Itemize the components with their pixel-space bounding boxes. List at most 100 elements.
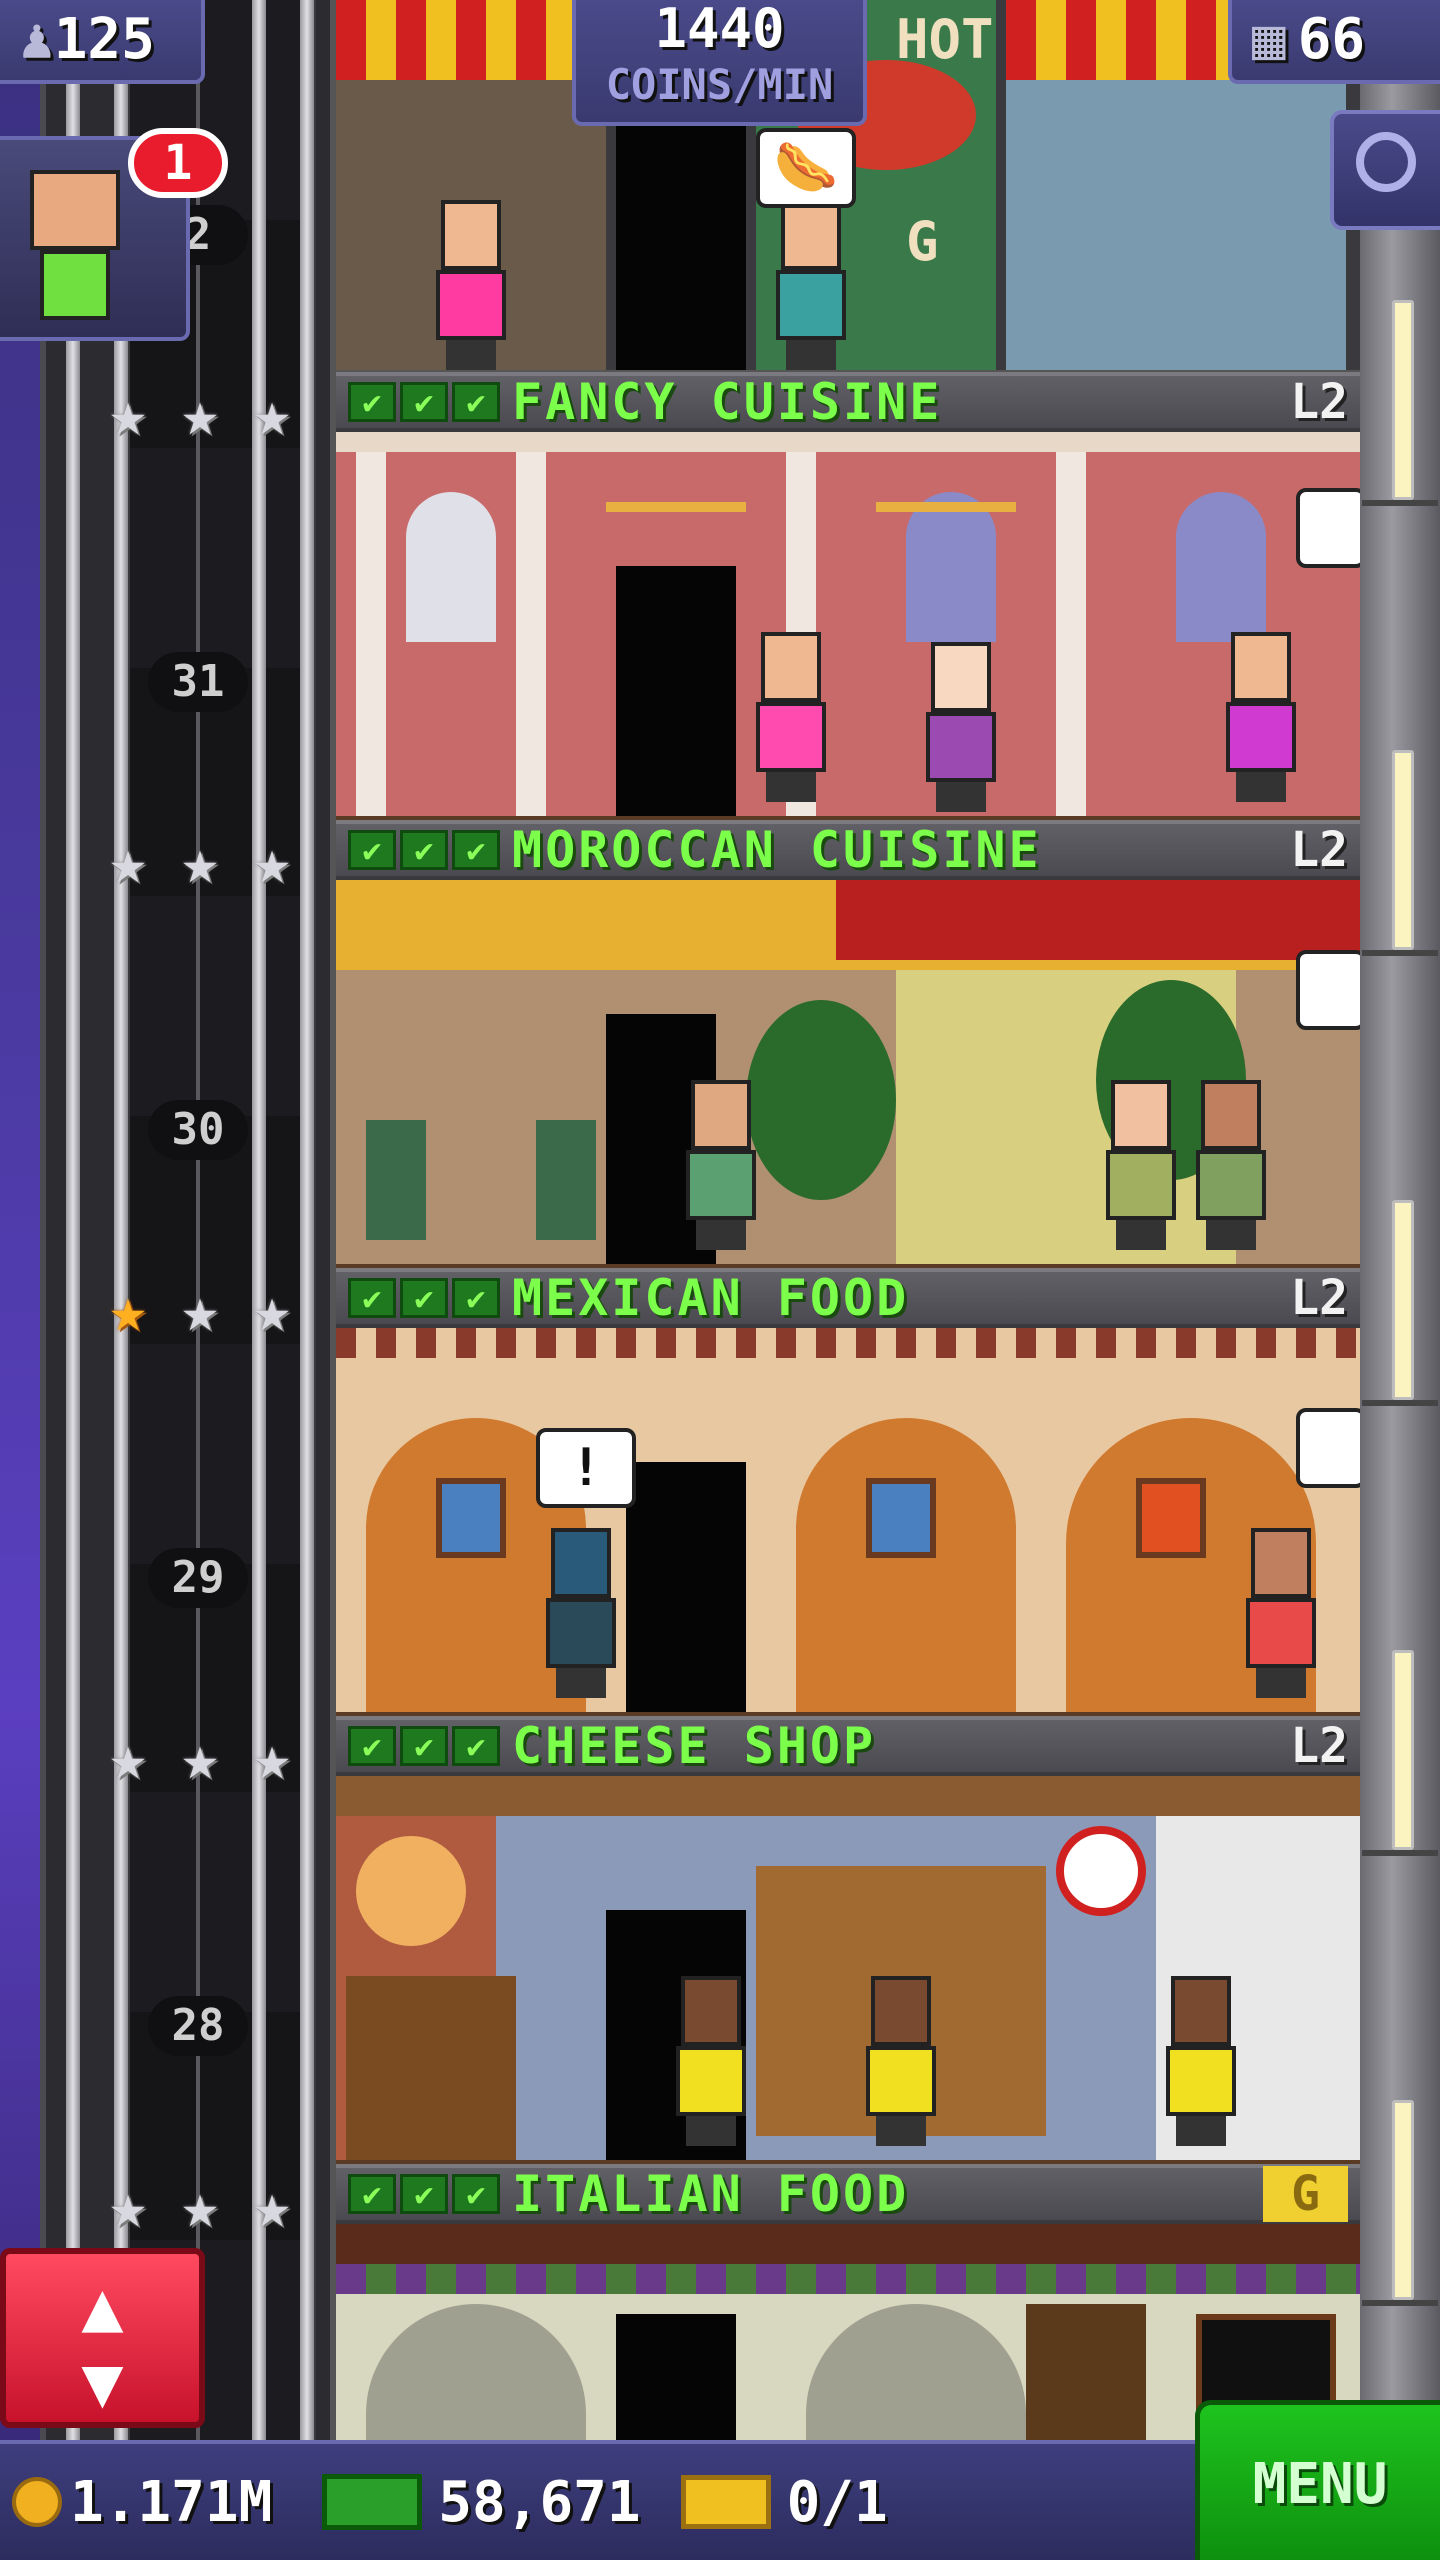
floor-mexican-food[interactable]: ✔ ✔ ✔ MEXICAN FOOD L2 ! — [336, 1268, 1360, 1718]
silver-star-icon: ★ — [109, 377, 147, 450]
coins-value: 1.171M — [70, 2469, 273, 2535]
silver-star-icon: ★ — [109, 1721, 147, 1794]
silver-star-icon: ★ — [253, 825, 291, 898]
food-bubble-icon[interactable] — [1296, 950, 1360, 1030]
tower-resident[interactable] — [746, 632, 836, 802]
food-bubble-icon[interactable] — [1296, 1408, 1360, 1488]
shop-awning — [336, 0, 606, 80]
wall-light — [1392, 1200, 1414, 1400]
floor-fancy-cuisine[interactable]: ✔ ✔ ✔ FANCY CUISINE L2 — [336, 372, 1360, 822]
arched-window — [906, 492, 996, 642]
avatar — [30, 170, 120, 250]
tower-resident-diver[interactable] — [536, 1528, 626, 1698]
notification-badge[interactable]: 1 — [128, 128, 228, 198]
column — [356, 452, 386, 816]
magnifier-icon — [1356, 132, 1416, 192]
shop-windows — [1006, 80, 1346, 370]
tower-resident[interactable] — [1236, 1528, 1326, 1698]
shaft-floor-number: 31 — [148, 652, 248, 712]
checkmark-icon: ✔ — [452, 382, 500, 422]
floor-level: L2 — [1290, 1718, 1348, 1774]
alert-bubble-icon[interactable]: ! — [536, 1428, 636, 1508]
tower-resident[interactable] — [426, 200, 516, 370]
elevator-cable — [196, 0, 200, 2440]
menu-button[interactable]: MENU — [1195, 2400, 1440, 2560]
floor-interior — [336, 880, 1360, 1264]
hot-dog-sign-text: HOT — [896, 8, 994, 71]
coin-icon — [12, 2477, 62, 2527]
wall-divider — [1362, 950, 1438, 956]
wall-painting — [866, 1478, 936, 1558]
thought-bubble-icon[interactable] — [1296, 488, 1360, 568]
no-mice-sign-icon — [1056, 1826, 1146, 1916]
floor-header: ✔ ✔ ✔ FANCY CUISINE L2 — [336, 372, 1360, 432]
population-counter[interactable]: ♟125 — [0, 0, 205, 84]
tower-resident[interactable] — [1186, 1080, 1276, 1250]
tower-resident[interactable] — [1216, 632, 1306, 802]
shaft-floor-number: 30 — [148, 1100, 248, 1160]
arch-alcove — [366, 2304, 586, 2440]
silver-star-icon: ★ — [253, 377, 291, 450]
tower-resident[interactable] — [1096, 1080, 1186, 1250]
grape-vine-border — [336, 2264, 1360, 2294]
tower-resident[interactable] — [676, 1080, 766, 1250]
population-value: 125 — [53, 7, 155, 72]
up-arrow-icon: ▲ — [81, 2265, 124, 2347]
floor-level: L2 — [1290, 374, 1348, 430]
doorway — [616, 566, 736, 816]
elevator-rail-center-right — [252, 0, 266, 2440]
floor-name: ITALIAN FOOD — [512, 2165, 910, 2223]
floor-level: L2 — [1290, 1270, 1348, 1326]
wall-painting — [436, 1478, 506, 1558]
checkmark-icon: ✔ — [348, 1278, 396, 1318]
hot-dog-sign-letter: G — [906, 210, 939, 273]
elevator-shaft-interior — [126, 0, 316, 2440]
search-button[interactable] — [1330, 110, 1440, 230]
elevator-rail-center-left — [114, 0, 128, 2440]
shaft-floor-number: 29 — [148, 1548, 248, 1608]
floor-star-rating: ★ ★ ★ — [96, 1278, 304, 1342]
gold-floor-badge: G — [1263, 2166, 1348, 2222]
floor-interior — [336, 432, 1360, 816]
red-curtain — [836, 880, 1360, 960]
floor-cheese-shop[interactable]: ✔ ✔ ✔ CHEESE SHOP L2 — [336, 1716, 1360, 2166]
tower-resident[interactable] — [766, 200, 856, 370]
checkmark-icon: ✔ — [348, 830, 396, 870]
floor-italian-food[interactable]: ✔ ✔ ✔ ITALIAN FOOD G — [336, 2164, 1360, 2440]
chair — [536, 1120, 596, 1240]
coins-per-min-label: COINS/MIN — [605, 60, 834, 109]
coins-per-minute-panel[interactable]: 1440 COINS/MIN — [572, 0, 867, 126]
cheese-shelf — [346, 1976, 516, 2160]
elevator-toggle-button[interactable]: ▲ ▼ — [0, 2248, 205, 2428]
silver-star-icon: ★ — [253, 1721, 291, 1794]
silver-star-icon: ★ — [181, 825, 219, 898]
floor-star-rating: ★ ★ ★ — [96, 2174, 304, 2238]
tower-resident-firefighter[interactable] — [666, 1976, 756, 2146]
palm-plant-icon — [746, 1000, 896, 1200]
tower-resident[interactable] — [916, 642, 1006, 812]
tower-resident-firefighter[interactable] — [1156, 1976, 1246, 2146]
silver-star-icon: ★ — [181, 377, 219, 450]
arched-window — [406, 492, 496, 642]
avatar-body — [40, 250, 110, 320]
silver-star-icon: ★ — [253, 2169, 291, 2242]
wall-painting — [1136, 1478, 1206, 1558]
floors-counter[interactable]: ▦ 66 — [1228, 0, 1440, 84]
floor-moroccan-cuisine[interactable]: ✔ ✔ ✔ MOROCCAN CUISINE L2 — [336, 820, 1360, 1270]
wall-divider — [1362, 2300, 1438, 2306]
silver-star-icon: ★ — [253, 1273, 291, 1346]
elevator-rail-left — [66, 0, 80, 2440]
silver-star-icon: ★ — [109, 2169, 147, 2242]
checkmark-icon: ✔ — [452, 2174, 500, 2214]
floor-star-rating: ★ ★ ★ — [96, 830, 304, 894]
bux-value: 58,671 — [438, 2469, 641, 2535]
floor-name: CHEESE SHOP — [512, 1717, 877, 1775]
wall-light — [1392, 300, 1414, 500]
checkmark-icon: ✔ — [452, 1278, 500, 1318]
floor-header: ✔ ✔ ✔ CHEESE SHOP L2 — [336, 1716, 1360, 1776]
hot-dog-bubble-icon[interactable]: 🌭 — [756, 128, 856, 208]
arch-alcove — [796, 1418, 1016, 1712]
floor-name: MEXICAN FOOD — [512, 1269, 910, 1327]
tower-resident-firefighter[interactable] — [856, 1976, 946, 2146]
doorway — [616, 2314, 736, 2440]
